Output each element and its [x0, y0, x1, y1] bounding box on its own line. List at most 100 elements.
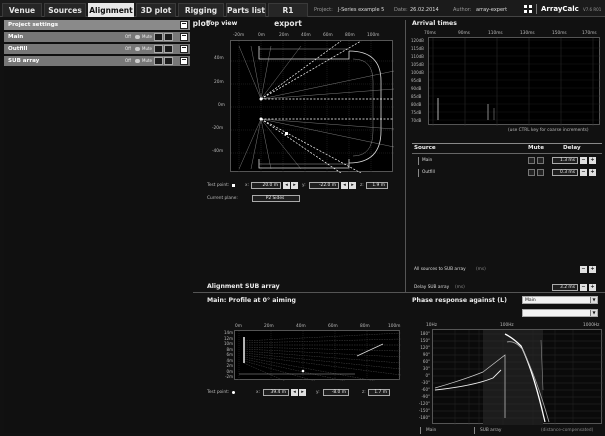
increment-icon[interactable]: ▸: [299, 389, 306, 396]
y-tick: 30°: [422, 366, 430, 371]
plus-icon[interactable]: +: [589, 157, 596, 164]
profile-plot[interactable]: [234, 330, 402, 382]
plus-icon[interactable]: +: [589, 266, 596, 273]
tab-sources[interactable]: Sources: [44, 3, 86, 17]
decrement-icon[interactable]: ◂: [291, 389, 298, 396]
row-indicator: [418, 157, 419, 165]
off-label: Off: [125, 58, 131, 63]
window-icon[interactable]: [180, 45, 188, 53]
panel-divider: [405, 20, 406, 292]
window-icon[interactable]: [180, 33, 188, 41]
delay-field[interactable]: 0.3 ms: [552, 169, 578, 176]
y-tick: 40m: [214, 56, 224, 61]
chevron-down-icon: ▼: [590, 310, 597, 316]
author-value: array-expert: [476, 7, 508, 13]
profile-x-field[interactable]: 39.4 m: [263, 389, 289, 396]
tab-rigging-plot[interactable]: Rigging plot: [178, 3, 224, 28]
solo-checkbox[interactable]: [537, 157, 544, 164]
y-tick: 60°: [422, 359, 430, 364]
tab-3d-plot[interactable]: 3D plot: [136, 3, 176, 17]
phase-plot[interactable]: [432, 329, 603, 425]
project-label: Project:: [314, 7, 333, 13]
toggle-switch[interactable]: [135, 59, 140, 63]
panel-divider-h: [193, 292, 605, 293]
mute-checkbox[interactable]: [154, 57, 163, 65]
top-view-title: Top view: [207, 20, 238, 27]
phase-y-axis: 180° 150° 120° 90° 60° 30° 0° -30° -60° …: [410, 330, 430, 421]
x-label: x:: [256, 390, 260, 395]
delay-sub-unit: (ms): [455, 285, 465, 290]
left-panel: Project settings Main Off Mute Outfill O…: [4, 20, 190, 433]
test-point-z-field[interactable]: 1.9 m: [366, 182, 388, 189]
plus-icon[interactable]: +: [589, 284, 596, 291]
row-indicator: [418, 169, 419, 177]
solo-checkbox[interactable]: [164, 45, 173, 53]
group-row-sub-array[interactable]: SUB array Off Mute: [4, 56, 190, 66]
toggle-switch[interactable]: [135, 35, 140, 39]
tab-alignment[interactable]: Alignment: [88, 3, 134, 17]
solo-checkbox[interactable]: [164, 57, 173, 65]
group-row-outfill[interactable]: Outfill Off Mute: [4, 44, 190, 54]
grid-logo-icon: [524, 5, 532, 15]
group-label: SUB array: [8, 58, 40, 64]
test-point-y-field[interactable]: -22.0 m: [309, 182, 339, 189]
mute-checkbox[interactable]: [154, 45, 163, 53]
x-tick: 40m: [301, 33, 311, 38]
select-value: Main: [525, 298, 536, 303]
y-tick: -30°: [421, 380, 430, 385]
delay-field[interactable]: 1.3 ms: [552, 157, 578, 164]
decrement-icon[interactable]: ◂: [283, 182, 290, 189]
y-tick: -120°: [418, 401, 430, 406]
arrival-times-plot[interactable]: [428, 37, 601, 126]
mute-label: Mute: [142, 34, 153, 39]
tab-venue[interactable]: Venue: [2, 3, 42, 17]
x-tick: 150ms: [552, 31, 567, 36]
legend-swatch: [474, 427, 475, 434]
profile-y-axis: 14m 12m 10m 8m 6m 4m 2m 0m -2m: [211, 330, 233, 380]
increment-icon[interactable]: ▸: [349, 182, 356, 189]
current-plane-label: Current plane:: [207, 196, 238, 201]
plus-icon[interactable]: +: [589, 169, 596, 176]
profile-z-field[interactable]: 1.7 m: [368, 389, 390, 396]
toggle-switch[interactable]: [135, 47, 140, 51]
window-icon[interactable]: [180, 21, 188, 29]
profile-y-field[interactable]: -8.0 m: [323, 389, 349, 396]
solo-checkbox[interactable]: [537, 169, 544, 176]
all-sources-unit: (ms): [476, 267, 486, 272]
window-icon[interactable]: [180, 57, 188, 65]
y-tick: -60°: [421, 387, 430, 392]
test-point-label: Test point:: [207, 390, 230, 395]
solo-checkbox[interactable]: [164, 33, 173, 41]
current-plane-field[interactable]: P2 Sides: [252, 195, 300, 202]
mute-checkbox[interactable]: [528, 157, 535, 164]
y-tick: -90°: [421, 394, 430, 399]
tab-parts-list[interactable]: Parts list: [226, 3, 266, 17]
top-view-plot[interactable]: [230, 40, 395, 174]
arrival-times-title: Arrival times: [412, 20, 457, 27]
y-tick: -2m: [225, 374, 233, 379]
minus-icon[interactable]: −: [580, 266, 587, 273]
increment-icon[interactable]: ▸: [291, 182, 298, 189]
mute-checkbox[interactable]: [528, 169, 535, 176]
phase-source-select[interactable]: Main ▼: [522, 296, 598, 304]
decrement-icon[interactable]: ◂: [341, 182, 348, 189]
top-bar: Venue Sources Alignment 3D plot Rigging …: [0, 0, 605, 28]
col-delay: Delay: [563, 145, 581, 151]
mute-checkbox[interactable]: [154, 33, 163, 41]
minus-icon[interactable]: −: [580, 169, 587, 176]
minus-icon[interactable]: −: [580, 284, 587, 291]
project-settings-label: Project settings: [8, 22, 59, 28]
minus-icon[interactable]: −: [580, 157, 587, 164]
date-label: Date:: [394, 7, 408, 13]
phase-compare-select[interactable]: ▼: [522, 309, 598, 317]
y-tick: 120dB: [411, 38, 424, 43]
test-point-x-field[interactable]: 20.0 m: [251, 182, 281, 189]
tab-r1-export[interactable]: R1 export: [268, 3, 308, 28]
delay-sub-field[interactable]: 3.2 ms: [552, 284, 578, 291]
x-tick: 0m: [235, 324, 242, 329]
group-row-main[interactable]: Main Off Mute: [4, 32, 190, 42]
source-name: Main: [422, 158, 433, 163]
project-settings-row[interactable]: Project settings: [4, 20, 190, 30]
x-tick: 0m: [258, 33, 265, 38]
profile-title: Main: Profile at 0° aiming: [207, 297, 296, 304]
